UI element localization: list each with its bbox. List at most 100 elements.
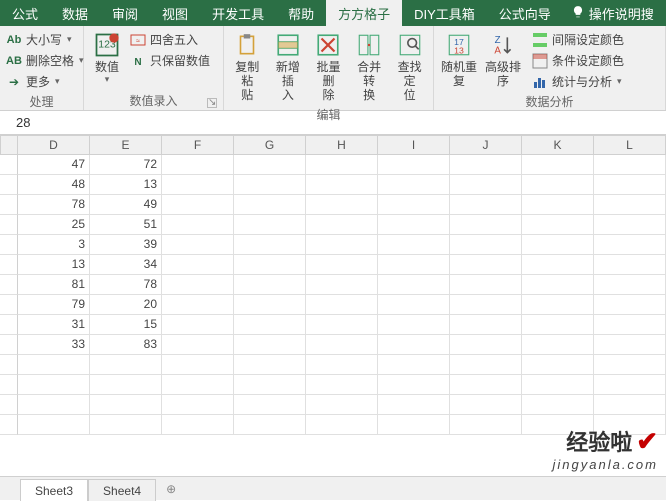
cell-E[interactable] bbox=[90, 375, 162, 395]
cell-K[interactable] bbox=[522, 235, 594, 255]
row-gutter[interactable] bbox=[0, 235, 18, 255]
cell-E[interactable]: 20 bbox=[90, 295, 162, 315]
cell-L[interactable] bbox=[594, 235, 666, 255]
cell-D[interactable]: 13 bbox=[18, 255, 90, 275]
cell-L[interactable] bbox=[594, 195, 666, 215]
row-gutter[interactable] bbox=[0, 155, 18, 175]
column-header-K[interactable]: K bbox=[522, 135, 594, 155]
sheet-tab-2[interactable]: Sheet4 bbox=[88, 479, 156, 501]
cell-E[interactable]: 72 bbox=[90, 155, 162, 175]
cell-I[interactable] bbox=[378, 295, 450, 315]
cell-G[interactable] bbox=[234, 155, 306, 175]
tab-developer[interactable]: 开发工具 bbox=[200, 0, 276, 26]
cell-E[interactable]: 34 bbox=[90, 255, 162, 275]
cell-E[interactable]: 83 bbox=[90, 335, 162, 355]
dialog-launcher-icon[interactable]: ↘ bbox=[207, 98, 217, 108]
cell-D[interactable]: 79 bbox=[18, 295, 90, 315]
cell-F[interactable] bbox=[162, 275, 234, 295]
cell-L[interactable] bbox=[594, 275, 666, 295]
column-header-G[interactable]: G bbox=[234, 135, 306, 155]
cell-K[interactable] bbox=[522, 415, 594, 435]
tab-formula-wizard[interactable]: 公式向导 bbox=[487, 0, 563, 26]
cell-I[interactable] bbox=[378, 235, 450, 255]
row-gutter[interactable] bbox=[0, 275, 18, 295]
more-button[interactable]: ➔ 更多 ▾ bbox=[4, 72, 86, 91]
cell-J[interactable] bbox=[450, 155, 522, 175]
cell-H[interactable] bbox=[306, 395, 378, 415]
tab-data[interactable]: 数据 bbox=[50, 0, 100, 26]
find-locate-button[interactable]: 查找定 位 bbox=[390, 28, 429, 104]
column-header-J[interactable]: J bbox=[450, 135, 522, 155]
cell-J[interactable] bbox=[450, 355, 522, 375]
cell-F[interactable] bbox=[162, 215, 234, 235]
cell-E[interactable]: 13 bbox=[90, 175, 162, 195]
cell-D[interactable] bbox=[18, 395, 90, 415]
keep-num-button[interactable]: N 只保留数值 bbox=[128, 51, 212, 70]
cell-J[interactable] bbox=[450, 375, 522, 395]
case-button[interactable]: Ab 大小写 ▾ bbox=[4, 30, 86, 49]
cell-L[interactable] bbox=[594, 215, 666, 235]
cell-L[interactable] bbox=[594, 395, 666, 415]
cell-I[interactable] bbox=[378, 315, 450, 335]
cell-H[interactable] bbox=[306, 195, 378, 215]
cell-G[interactable] bbox=[234, 295, 306, 315]
cell-D[interactable] bbox=[18, 375, 90, 395]
cell-H[interactable] bbox=[306, 235, 378, 255]
cell-F[interactable] bbox=[162, 415, 234, 435]
cell-F[interactable] bbox=[162, 255, 234, 275]
row-gutter[interactable] bbox=[0, 255, 18, 275]
cell-K[interactable] bbox=[522, 335, 594, 355]
cell-E[interactable]: 51 bbox=[90, 215, 162, 235]
cell-H[interactable] bbox=[306, 315, 378, 335]
column-header-H[interactable]: H bbox=[306, 135, 378, 155]
tab-diy[interactable]: DIY工具箱 bbox=[402, 0, 487, 26]
cell-I[interactable] bbox=[378, 275, 450, 295]
spreadsheet-grid[interactable]: DEFGHIJKL 477248137849255133913348178792… bbox=[0, 135, 666, 435]
row-gutter[interactable] bbox=[0, 295, 18, 315]
cell-H[interactable] bbox=[306, 275, 378, 295]
cell-L[interactable] bbox=[594, 155, 666, 175]
cell-F[interactable] bbox=[162, 395, 234, 415]
cell-H[interactable] bbox=[306, 355, 378, 375]
cell-K[interactable] bbox=[522, 375, 594, 395]
cell-D[interactable]: 31 bbox=[18, 315, 90, 335]
cell-J[interactable] bbox=[450, 175, 522, 195]
cell-G[interactable] bbox=[234, 315, 306, 335]
cell-I[interactable] bbox=[378, 335, 450, 355]
numeric-button[interactable]: 123 数值 ▾ bbox=[88, 28, 126, 87]
cell-G[interactable] bbox=[234, 415, 306, 435]
row-gutter[interactable] bbox=[0, 375, 18, 395]
cell-H[interactable] bbox=[306, 155, 378, 175]
cell-D[interactable]: 47 bbox=[18, 155, 90, 175]
merge-convert-button[interactable]: 合并转 换 bbox=[350, 28, 389, 104]
tab-view[interactable]: 视图 bbox=[150, 0, 200, 26]
cell-E[interactable] bbox=[90, 355, 162, 375]
cell-I[interactable] bbox=[378, 215, 450, 235]
row-gutter[interactable] bbox=[0, 415, 18, 435]
cell-K[interactable] bbox=[522, 255, 594, 275]
cell-I[interactable] bbox=[378, 155, 450, 175]
cell-K[interactable] bbox=[522, 175, 594, 195]
cell-J[interactable] bbox=[450, 415, 522, 435]
cell-D[interactable]: 33 bbox=[18, 335, 90, 355]
column-header-L[interactable]: L bbox=[594, 135, 666, 155]
cell-F[interactable] bbox=[162, 295, 234, 315]
cell-E[interactable]: 39 bbox=[90, 235, 162, 255]
cell-K[interactable] bbox=[522, 315, 594, 335]
cell-H[interactable] bbox=[306, 175, 378, 195]
random-repeat-button[interactable]: 1713 随机重 复 bbox=[438, 28, 480, 90]
tab-formula[interactable]: 公式 bbox=[0, 0, 50, 26]
cell-F[interactable] bbox=[162, 155, 234, 175]
cell-D[interactable]: 78 bbox=[18, 195, 90, 215]
cell-L[interactable] bbox=[594, 355, 666, 375]
select-all-corner[interactable] bbox=[0, 135, 18, 155]
cell-L[interactable] bbox=[594, 255, 666, 275]
cell-L[interactable] bbox=[594, 375, 666, 395]
cell-G[interactable] bbox=[234, 175, 306, 195]
cell-D[interactable]: 48 bbox=[18, 175, 90, 195]
cell-I[interactable] bbox=[378, 175, 450, 195]
row-gutter[interactable] bbox=[0, 195, 18, 215]
cell-I[interactable] bbox=[378, 195, 450, 215]
cell-J[interactable] bbox=[450, 195, 522, 215]
cell-K[interactable] bbox=[522, 275, 594, 295]
